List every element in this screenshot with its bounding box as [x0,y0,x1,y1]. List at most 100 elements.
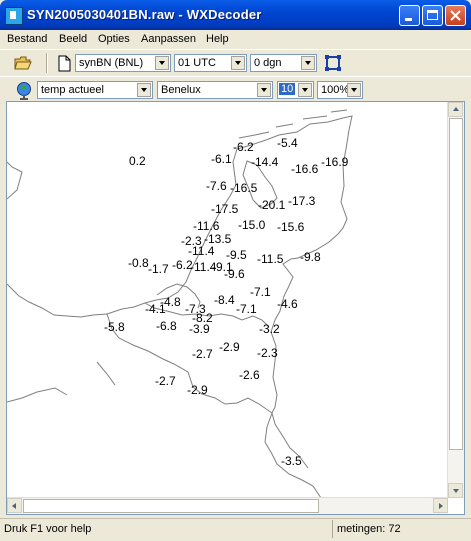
temp-label: -16.6 [291,162,319,176]
chevron-down-icon[interactable] [257,83,271,97]
temp-label: -11.6 [193,219,220,233]
region-value: Benelux [161,84,201,96]
globe-button[interactable] [14,79,36,101]
menu-help[interactable]: Help [206,33,229,45]
temp-label: -7.1 [236,302,257,316]
window-title: SYN2005030401BN.raw - WXDecoder [27,7,262,22]
horizontal-scrollbar[interactable] [7,497,448,514]
scroll-down-button[interactable] [448,483,463,498]
temp-label: -2.3 [257,346,278,360]
status-count: metingen: 72 [337,523,401,535]
menu-aanpassen[interactable]: Aanpassen [141,33,196,45]
menu-bar: Bestand Beeld Opties Aanpassen Help [0,30,471,48]
scroll-thumb-vertical[interactable] [449,118,463,450]
font-size-value: 10 [279,83,296,95]
chevron-down-icon[interactable] [347,83,361,97]
time-value: 01 UTC [178,57,216,69]
temp-label: -6.1 [211,152,232,166]
temp-label: -15.0 [238,218,266,232]
toolbar-top: synBN (BNL) 01 UTC 0 dgn [0,49,471,76]
temp-label: -15.6 [277,220,305,234]
chevron-down-icon[interactable] [301,56,315,70]
temp-label: -7.6 [206,179,227,193]
status-help-text: Druk F1 voor help [4,523,92,535]
temp-label: -4.6 [277,297,298,311]
temp-label: -2.7 [192,347,213,361]
status-bar: Druk F1 voor help metingen: 72 [0,518,471,541]
temp-label: 0.2 [129,154,146,168]
font-size-select[interactable]: 10 [277,81,314,99]
temp-label: -3.5 [281,454,302,468]
vertical-scrollbar[interactable] [447,102,464,498]
fit-view-icon [325,55,341,71]
app-icon[interactable] [5,7,23,25]
menu-beeld[interactable]: Beeld [59,33,87,45]
open-folder-button[interactable] [12,52,34,74]
france-border [7,283,108,318]
temp-label: -6.2 [233,140,254,154]
chevron-right-icon [439,503,443,509]
uk-coast [7,161,116,403]
parameter-value: temp actueel [41,84,104,96]
close-button[interactable] [445,5,466,26]
temp-label: -0.8 [128,256,149,270]
source-select[interactable]: synBN (BNL) [75,54,171,72]
days-value: 0 dgn [254,57,282,69]
parameter-select[interactable]: temp actueel [37,81,153,99]
maximize-button[interactable] [422,5,443,26]
toolbar-separator [46,53,48,73]
zoom-value: 100% [321,84,350,96]
title-bar[interactable]: SYN2005030401BN.raw - WXDecoder [0,0,471,30]
fit-view-button[interactable] [322,52,344,74]
menu-bestand[interactable]: Bestand [7,33,47,45]
days-select[interactable]: 0 dgn [250,54,317,72]
temp-label: -11.4 [188,244,215,258]
temp-label: -2.9 [219,340,240,354]
chevron-down-icon[interactable] [137,83,151,97]
temp-label: -5.8 [104,320,125,334]
menu-opties[interactable]: Opties [98,33,130,45]
temp-label: -7.1 [250,285,271,299]
temp-label: -2.7 [155,374,176,388]
document-icon [58,55,71,72]
temp-label: -2.9 [187,383,208,397]
temp-label: -16.9 [321,155,349,169]
map-view[interactable]: 0.2 -6.2 -5.4 -6.1 -14.4 -16.6 -16.9 -7.… [6,101,465,515]
chevron-down-icon[interactable] [231,56,245,70]
temp-label: -8.4 [214,293,235,307]
globe-icon [17,82,31,100]
temp-label: -20.1 [258,198,286,212]
scroll-right-button[interactable] [433,498,448,513]
temp-label: -4.8 [160,295,181,309]
chevron-up-icon [453,107,459,111]
temp-label: -17.5 [211,202,239,216]
maximize-icon [427,10,438,20]
temp-label: -2.6 [239,368,260,382]
minimize-button[interactable] [399,5,420,26]
chevron-down-icon[interactable] [155,56,169,70]
temp-label: -3.2 [259,322,280,336]
zoom-select[interactable]: 100% [317,81,363,99]
source-value: synBN (BNL) [79,57,144,69]
scroll-up-button[interactable] [448,102,463,117]
open-folder-icon [14,56,32,70]
scroll-thumb-horizontal[interactable] [23,499,319,513]
temp-label: -9.6 [224,267,245,281]
temp-label: -16.5 [230,181,258,195]
temp-label: -9.8 [300,250,321,264]
new-document-button[interactable] [53,52,75,74]
temp-label: -11.5 [257,252,284,266]
temp-label: -14.4 [251,155,279,169]
minimize-icon [405,18,412,21]
temp-label: -5.4 [277,136,298,150]
wadden-islands [238,109,348,139]
temp-label: -3.9 [189,322,210,336]
scroll-left-button[interactable] [7,498,22,513]
close-icon [450,10,461,21]
toolbar-bottom: temp actueel Benelux 10 100% [0,76,471,103]
time-select[interactable]: 01 UTC [174,54,247,72]
chevron-down-icon[interactable] [298,83,312,97]
chevron-left-icon [12,503,16,509]
germany-border [271,376,278,414]
region-select[interactable]: Benelux [157,81,273,99]
